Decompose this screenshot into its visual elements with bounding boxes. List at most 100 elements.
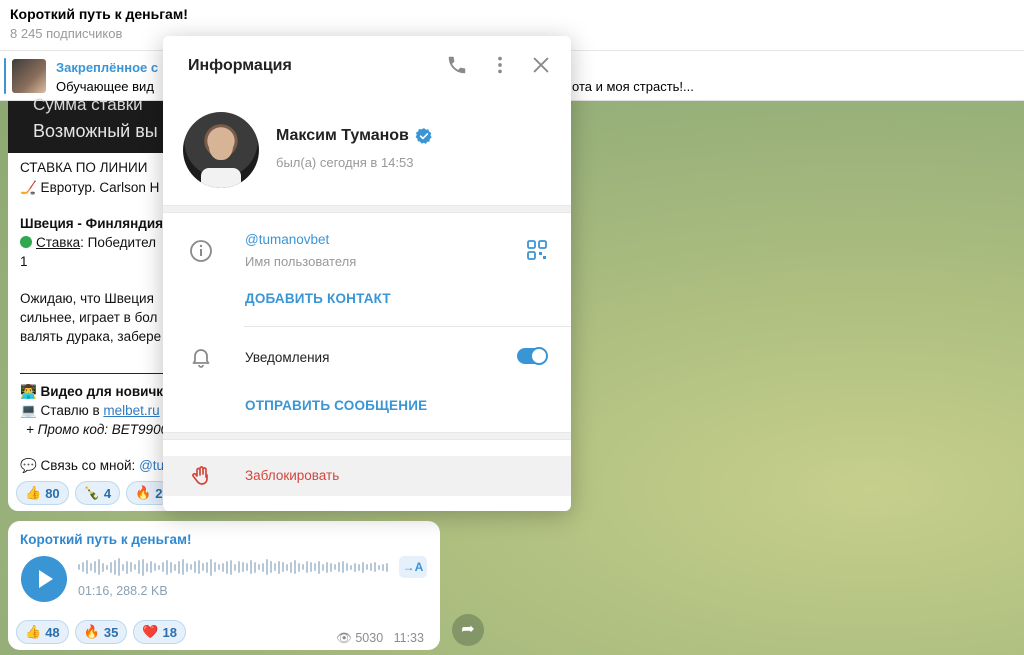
match-title: Швеция - Финляндия: [20, 216, 163, 231]
waveform-bar: [362, 561, 364, 573]
hand-icon: [192, 466, 208, 485]
waveform-bar: [146, 562, 148, 572]
message-line: Ожидаю, что Швеция: [20, 291, 154, 306]
green-circle-icon: [20, 236, 32, 248]
waveform-bar: [278, 560, 280, 574]
waveform-bar: [110, 561, 112, 573]
more-vertical-icon[interactable]: [489, 54, 511, 76]
bottle-icon: 🍾: [83, 485, 100, 500]
waveform-bar: [150, 561, 152, 573]
waveform-bar: [310, 562, 312, 572]
voice-waveform[interactable]: [78, 557, 390, 577]
message-views: 👁 5030 11:33: [336, 631, 424, 646]
channel-title[interactable]: Короткий путь к деньгам!: [10, 6, 188, 22]
waveform-bar: [366, 564, 368, 570]
fire-icon: 🔥: [83, 624, 100, 639]
forward-button[interactable]: ➦: [452, 614, 484, 646]
avatar[interactable]: [183, 112, 259, 188]
message-line: сильнее, играет в бол: [20, 310, 158, 325]
message-line: 🏒 Евротур. Carlson H: [20, 180, 160, 195]
transcribe-button[interactable]: →A: [399, 556, 427, 578]
waveform-bar: [378, 564, 380, 570]
reaction-thumbs-up[interactable]: 👍 48: [16, 620, 69, 644]
waveform-bar: [194, 561, 196, 573]
waveform-bar: [270, 561, 272, 573]
banner-line: Возможный вы: [33, 121, 158, 141]
username-link[interactable]: @tumanovbet: [245, 232, 329, 247]
voice-duration-size: 01:16, 288.2 KB: [78, 584, 168, 598]
message-line: 👨‍💻 Видео для новичк: [20, 384, 163, 400]
waveform-bar: [174, 563, 176, 571]
waveform-bar: [210, 558, 212, 576]
reaction-thumbs-up[interactable]: 👍 80: [16, 481, 69, 505]
close-icon[interactable]: [530, 54, 552, 76]
waveform-bar: [214, 562, 216, 572]
phone-icon[interactable]: [446, 54, 468, 76]
waveform-bar: [102, 562, 104, 572]
voice-sender-title[interactable]: Короткий путь к деньгам!: [20, 532, 192, 547]
waveform-bar: [202, 563, 204, 571]
qr-code-icon[interactable]: [527, 240, 547, 260]
waveform-bar: [98, 559, 100, 575]
melbet-link[interactable]: melbet.ru: [103, 403, 159, 418]
waveform-bar: [238, 561, 240, 573]
row-divider: [244, 326, 571, 327]
user-name-text: Максим Туманов: [276, 127, 409, 144]
send-message-button[interactable]: ОТПРАВИТЬ СООБЩЕНИЕ: [245, 398, 427, 413]
waveform-bar: [114, 559, 116, 575]
waveform-bar: [142, 558, 144, 576]
message-line: 1: [20, 254, 28, 269]
block-user-row[interactable]: [163, 456, 571, 496]
waveform-bar: [178, 560, 180, 574]
message-line: 💻 Ставлю в melbet.ru: [20, 403, 160, 419]
bet-prefix: 💻 Ставлю в: [20, 403, 104, 418]
waveform-bar: [322, 563, 324, 571]
waveform-bar: [138, 560, 140, 574]
reaction-count: 18: [162, 624, 177, 640]
block-user-button[interactable]: Заблокировать: [245, 468, 339, 483]
contact-prefix: 💬 Связь со мной:: [20, 458, 140, 473]
reaction-count: 35: [103, 624, 119, 640]
pinned-title: Закреплённое с: [56, 60, 159, 75]
waveform-bar: [90, 563, 92, 571]
waveform-bar: [386, 562, 388, 572]
contact-link[interactable]: @tu: [139, 458, 164, 473]
waveform-bar: [338, 562, 340, 572]
notifications-label: Уведомления: [245, 350, 330, 365]
waveform-bar: [274, 563, 276, 571]
waveform-bar: [182, 559, 184, 575]
play-button[interactable]: [21, 556, 67, 602]
video-heading: 👨‍💻 Видео для новичк: [20, 384, 164, 399]
last-seen: был(а) сегодня в 14:53: [276, 155, 414, 170]
waveform-bar: [82, 562, 84, 572]
waveform-bar: [246, 563, 248, 571]
waveform-bar: [166, 559, 168, 575]
waveform-bar: [290, 561, 292, 573]
waveform-bar: [286, 563, 288, 571]
waveform-bar: [126, 560, 128, 574]
waveform-bar: [342, 561, 344, 573]
waveform-bar: [242, 562, 244, 572]
reaction-bottle[interactable]: 🍾 4: [74, 481, 121, 505]
add-contact-button[interactable]: ДОБАВИТЬ КОНТАКТ: [245, 291, 391, 306]
bell-icon: [192, 349, 210, 368]
waveform-bar: [354, 562, 356, 572]
waveform-bar: [314, 563, 316, 571]
waveform-bar: [190, 564, 192, 570]
waveform-bar: [226, 560, 228, 574]
user-info-dialog: Информация Максим Туманов был(а) сегодня…: [163, 36, 571, 511]
waveform-bar: [122, 563, 124, 571]
reaction-fire[interactable]: 🔥 35: [74, 620, 128, 644]
waveform-bar: [374, 562, 376, 572]
waveform-bar: [94, 561, 96, 573]
heart-icon: ❤️: [142, 624, 159, 639]
reaction-heart[interactable]: ❤️ 18: [133, 620, 186, 644]
fire-icon: 🔥: [135, 485, 152, 500]
notifications-toggle[interactable]: [517, 347, 548, 365]
waveform-bar: [326, 561, 328, 573]
waveform-bar: [218, 564, 220, 570]
waveform-bar: [170, 561, 172, 573]
stake-word: Ставка: [36, 235, 81, 250]
username-label: Имя пользователя: [245, 254, 357, 269]
waveform-bar: [254, 561, 256, 573]
